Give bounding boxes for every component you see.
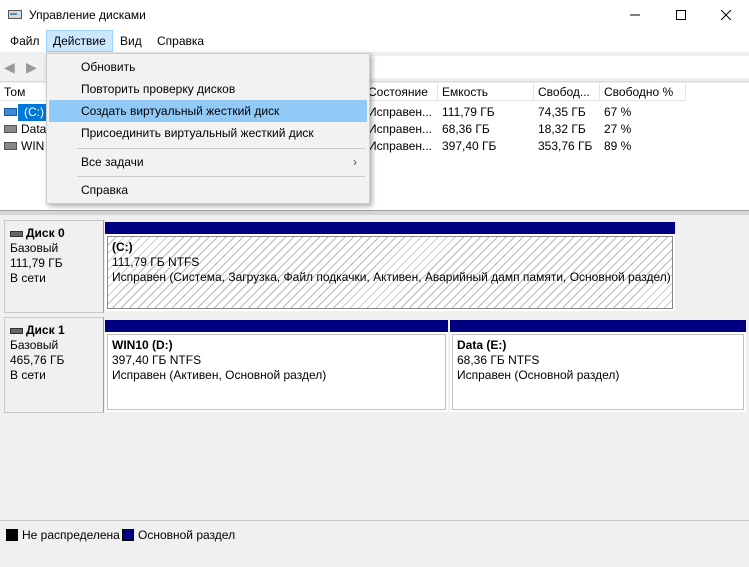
minimize-button[interactable] bbox=[612, 0, 658, 30]
volume-name[interactable]: Data bbox=[17, 121, 46, 138]
disk-type: Базовый bbox=[10, 338, 59, 352]
partition-fs: 68,36 ГБ NTFS bbox=[457, 353, 540, 367]
partition-status: Исправен (Система, Загрузка, Файл подкач… bbox=[112, 270, 671, 284]
disk-type: Базовый bbox=[10, 241, 59, 255]
partition-c[interactable]: (C:) 111,79 ГБ NTFS Исправен (Система, З… bbox=[105, 222, 675, 311]
partition-title: Data (E:) bbox=[457, 338, 507, 352]
volume-free-percent: 67 % bbox=[604, 105, 632, 119]
volume-capacity: 68,36 ГБ bbox=[442, 122, 490, 136]
partition-fs: 111,79 ГБ NTFS bbox=[112, 255, 200, 269]
disk-map: Диск 0 Базовый 111,79 ГБ В сети (C:) 111… bbox=[0, 215, 749, 520]
minimize-icon bbox=[630, 14, 640, 16]
partition-status: Исправен (Активен, Основной раздел) bbox=[112, 368, 327, 382]
partition-e[interactable]: Data (E:) 68,36 ГБ NTFS Исправен (Основн… bbox=[450, 320, 746, 412]
volume-name[interactable]: (C:) bbox=[20, 104, 44, 121]
partition-bar bbox=[105, 320, 448, 332]
menu-help[interactable]: Справка bbox=[151, 30, 210, 52]
volume-free-percent: 27 % bbox=[604, 122, 632, 136]
partition-title: (C:) bbox=[112, 240, 133, 254]
disk-name: Диск 0 bbox=[26, 226, 65, 240]
disk-management-icon bbox=[8, 10, 22, 19]
action-menu: Обновить Повторить проверку дисков Созда… bbox=[46, 53, 370, 204]
arrow-left-icon[interactable]: ◀ bbox=[4, 59, 15, 76]
column-header-capacity[interactable]: Емкость bbox=[438, 83, 534, 101]
partition-title: WIN10 (D:) bbox=[112, 338, 173, 352]
volume-name[interactable]: WIN bbox=[17, 138, 44, 155]
partition-bar bbox=[450, 320, 746, 332]
disk-size: 111,79 ГБ bbox=[10, 256, 63, 270]
volume-capacity: 111,79 ГБ bbox=[442, 105, 495, 119]
volume-icon bbox=[4, 125, 17, 133]
volume-capacity: 397,40 ГБ bbox=[442, 139, 497, 153]
menu-item-refresh[interactable]: Обновить bbox=[49, 56, 367, 78]
volume-free: 74,35 ГБ bbox=[538, 105, 586, 119]
partition-fs: 397,40 ГБ NTFS bbox=[112, 353, 202, 367]
menu-item-help[interactable]: Справка bbox=[49, 179, 367, 201]
menu-separator bbox=[77, 176, 365, 177]
volume-free: 18,32 ГБ bbox=[538, 122, 586, 136]
legend: Не распределена Основной раздел bbox=[0, 520, 749, 567]
partition-bar bbox=[105, 222, 675, 234]
partition-body: WIN10 (D:) 397,40 ГБ NTFS Исправен (Акти… bbox=[107, 334, 446, 410]
volume-icon bbox=[4, 108, 17, 116]
volume-status: Исправен... bbox=[368, 139, 433, 153]
menu-item-all-tasks[interactable]: Все задачи › bbox=[49, 151, 367, 173]
volume-status: Исправен... bbox=[368, 122, 433, 136]
maximize-icon bbox=[676, 10, 686, 20]
menu-file[interactable]: Файл bbox=[4, 30, 46, 52]
partition-body: Data (E:) 68,36 ГБ NTFS Исправен (Основн… bbox=[452, 334, 744, 410]
column-header-free[interactable]: Свобод... bbox=[534, 83, 600, 101]
maximize-button[interactable] bbox=[658, 0, 704, 30]
menu-item-attach-vhd[interactable]: Присоединить виртуальный жесткий диск bbox=[49, 122, 367, 144]
toolbar-blank-area bbox=[368, 56, 749, 78]
menu-bar: Файл Действие Вид Справка bbox=[0, 30, 749, 52]
volume-free: 353,76 ГБ bbox=[538, 139, 593, 153]
volume-status: Исправен... bbox=[368, 105, 433, 119]
partition-body: (C:) 111,79 ГБ NTFS Исправен (Система, З… bbox=[107, 236, 673, 309]
window-title: Управление дисками bbox=[29, 8, 146, 22]
arrow-right-icon[interactable]: ▶ bbox=[26, 59, 37, 76]
menu-item-rescan-disks[interactable]: Повторить проверку дисков bbox=[49, 78, 367, 100]
close-button[interactable] bbox=[703, 0, 749, 30]
disk-0-label[interactable]: Диск 0 Базовый 111,79 ГБ В сети bbox=[4, 220, 104, 313]
disk-size: 465,76 ГБ bbox=[10, 353, 65, 367]
menu-separator bbox=[77, 148, 365, 149]
volume-icon bbox=[4, 142, 17, 150]
menu-action[interactable]: Действие bbox=[46, 30, 113, 52]
partition-d[interactable]: WIN10 (D:) 397,40 ГБ NTFS Исправен (Акти… bbox=[105, 320, 448, 412]
menu-item-all-tasks-label: Все задачи bbox=[81, 155, 144, 169]
disk-state: В сети bbox=[10, 368, 46, 382]
disk-icon bbox=[10, 327, 23, 334]
disk-name: Диск 1 bbox=[26, 323, 65, 337]
disk-state: В сети bbox=[10, 271, 46, 285]
legend-unallocated-swatch bbox=[6, 529, 18, 541]
legend-primary-swatch bbox=[122, 529, 134, 541]
menu-item-create-vhd[interactable]: Создать виртуальный жесткий диск bbox=[49, 100, 367, 122]
disk-1-label[interactable]: Диск 1 Базовый 465,76 ГБ В сети bbox=[4, 317, 104, 413]
partition-status: Исправен (Основной раздел) bbox=[457, 368, 620, 382]
legend-primary-label: Основной раздел bbox=[138, 528, 236, 542]
disk-icon bbox=[10, 230, 23, 237]
menu-view[interactable]: Вид bbox=[114, 30, 148, 52]
title-bar: Управление дисками bbox=[0, 0, 749, 30]
volume-free-percent: 89 % bbox=[604, 139, 632, 153]
column-header-status[interactable]: Состояние bbox=[364, 83, 438, 101]
column-header-free-percent[interactable]: Свободно % bbox=[600, 83, 686, 101]
legend-unallocated-label: Не распределена bbox=[22, 528, 120, 542]
chevron-right-icon: › bbox=[353, 155, 357, 169]
close-icon bbox=[721, 10, 731, 20]
